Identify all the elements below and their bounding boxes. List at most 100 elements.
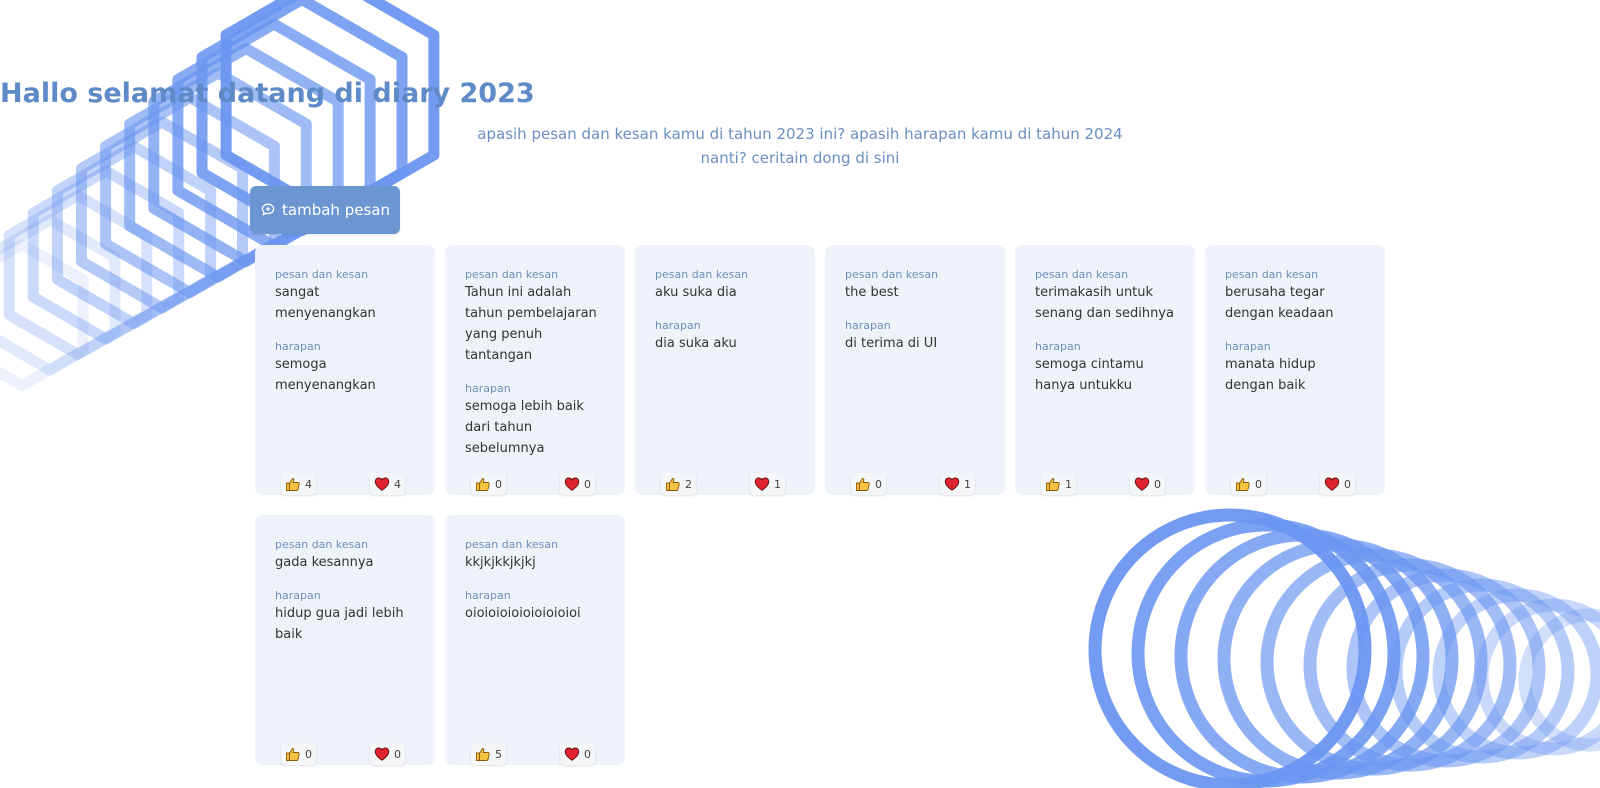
like-button[interactable]: 4	[281, 473, 316, 495]
pesan-label: pesan dan kesan	[1035, 268, 1129, 281]
love-button[interactable]: 1	[750, 473, 785, 495]
message-card: pesan dan kesan the best harapan di terima …	[825, 245, 1005, 495]
like-count: 0	[875, 477, 882, 491]
harapan-text: semoga menyenangkan	[275, 357, 376, 393]
heart-icon	[754, 476, 770, 492]
message-card: pesan dan kesan kkjkjkkjkjkj harapan oioioi…	[445, 515, 625, 765]
love-count: 0	[1154, 477, 1161, 491]
hexagon-ring	[0, 239, 89, 391]
like-button[interactable]: 0	[851, 473, 886, 495]
like-count: 0	[495, 477, 502, 491]
hexagon-ring	[0, 214, 121, 376]
pesan-text: gada kesannya	[275, 555, 374, 570]
like-count: 5	[495, 747, 502, 761]
pesan-label: pesan dan kesan	[465, 538, 559, 551]
message-plus-icon	[261, 203, 275, 216]
heart-icon	[564, 476, 580, 492]
pesan-text: berusaha tegar dengan keadaan	[1225, 285, 1334, 321]
heart-icon	[374, 476, 390, 492]
add-message-label: tambah pesan	[282, 201, 390, 219]
like-button[interactable]: 1	[1041, 473, 1076, 495]
message-card: pesan dan kesan terimakasih untuk senang …	[1015, 245, 1195, 495]
harapan-text: di terima di UI	[845, 336, 938, 351]
love-count: 1	[964, 477, 971, 491]
pesan-label: pesan dan kesan	[845, 268, 939, 281]
pesan-label: pesan dan kesan	[465, 268, 559, 281]
harapan-label: harapan	[845, 319, 891, 332]
love-count: 0	[584, 477, 591, 491]
love-button[interactable]: 4	[370, 473, 405, 495]
message-card: pesan dan kesan gada kesannya harapan hidup…	[255, 515, 435, 765]
thumbs-up-icon	[665, 476, 681, 492]
pesan-text: terimakasih untuk senang dan sedihnya	[1035, 285, 1174, 321]
heart-icon	[564, 746, 580, 762]
harapan-label: harapan	[465, 589, 511, 602]
love-count: 0	[394, 747, 401, 761]
harapan-text: semoga cintamu hanya untukku	[1035, 357, 1144, 393]
harapan-label: harapan	[655, 319, 701, 332]
reaction-bar: 00	[255, 739, 435, 765]
reaction-bar: 00	[445, 469, 625, 495]
love-count: 1	[774, 477, 781, 491]
love-button[interactable]: 0	[560, 473, 595, 495]
thumbs-up-icon	[475, 746, 491, 762]
circle-ring	[1432, 588, 1600, 760]
thumbs-up-icon	[285, 746, 301, 762]
harapan-label: harapan	[1035, 340, 1081, 353]
love-count: 0	[1344, 477, 1351, 491]
harapan-label: harapan	[1225, 340, 1271, 353]
love-button[interactable]: 0	[370, 743, 405, 765]
thumbs-up-icon	[855, 476, 871, 492]
reaction-bar: 50	[445, 739, 625, 765]
heart-icon	[1324, 476, 1340, 492]
circle-ring	[1389, 578, 1575, 764]
harapan-text: manata hidup dengan baik	[1225, 357, 1316, 393]
love-button[interactable]: 0	[1130, 473, 1165, 495]
like-button[interactable]: 2	[661, 473, 696, 495]
message-card: pesan dan kesan berusaha tegar dengan kea…	[1205, 245, 1385, 495]
pesan-text: the best	[845, 285, 899, 300]
like-button[interactable]: 0	[1231, 473, 1266, 495]
love-button[interactable]: 0	[560, 743, 595, 765]
like-count: 4	[305, 477, 312, 491]
pesan-text: kkjkjkkjkjkj	[465, 555, 536, 570]
harapan-text: semoga lebih baik dari tahun sebelumnya	[465, 399, 584, 456]
heart-icon	[374, 746, 390, 762]
pesan-text: sangat menyenangkan	[275, 285, 376, 321]
reaction-bar: 44	[255, 469, 435, 495]
harapan-label: harapan	[275, 340, 321, 353]
hexagon-ring	[76, 116, 248, 314]
heart-icon	[944, 476, 960, 492]
hexagon-ring	[3, 190, 153, 360]
love-count: 0	[584, 747, 591, 761]
thumbs-up-icon	[285, 476, 301, 492]
reaction-bar: 00	[1205, 469, 1385, 495]
page-title: Hallo selamat datang di diary 2023	[0, 78, 535, 109]
love-button[interactable]: 0	[1320, 473, 1355, 495]
reaction-bar: 21	[635, 469, 815, 495]
hexagon-ring	[51, 141, 217, 329]
harapan-label: harapan	[465, 382, 511, 395]
love-button[interactable]: 1	[940, 473, 975, 495]
like-button[interactable]: 0	[281, 743, 316, 765]
pesan-label: pesan dan kesan	[655, 268, 749, 281]
love-count: 4	[394, 477, 401, 491]
message-grid: pesan dan kesan sangat menyenangkan harapa…	[255, 245, 1385, 765]
like-count: 0	[1255, 477, 1262, 491]
like-count: 1	[1065, 477, 1072, 491]
like-count: 0	[305, 747, 312, 761]
message-card: pesan dan kesan aku suka dia harapan dia su…	[635, 245, 815, 495]
pesan-label: pesan dan kesan	[1225, 268, 1319, 281]
add-message-button[interactable]: tambah pesan	[250, 186, 400, 234]
circle-ring	[1518, 608, 1600, 752]
like-button[interactable]: 0	[471, 473, 506, 495]
thumbs-up-icon	[1045, 476, 1061, 492]
hexagon-ring	[27, 165, 185, 345]
thumbs-up-icon	[1235, 476, 1251, 492]
pesan-text: Tahun ini adalah tahun pembelajaran yang…	[465, 285, 597, 363]
harapan-text: dia suka aku	[655, 336, 737, 351]
message-card: pesan dan kesan sangat menyenangkan harapa…	[255, 245, 435, 495]
harapan-label: harapan	[275, 589, 321, 602]
pesan-text: aku suka dia	[655, 285, 737, 300]
like-button[interactable]: 5	[471, 743, 506, 765]
